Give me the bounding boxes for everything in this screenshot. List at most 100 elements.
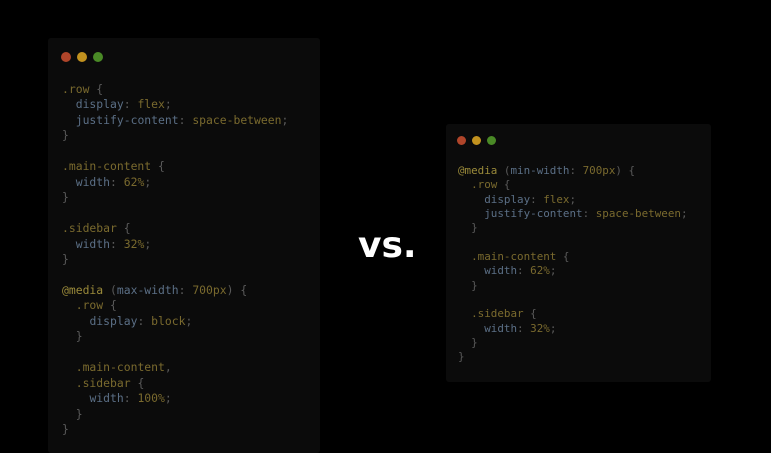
maximize-dot-icon[interactable] [93, 52, 103, 62]
code-token-punc: { [89, 82, 104, 96]
code-token-sel: .main-content [75, 360, 165, 375]
code-token-punc: ) { [226, 282, 248, 297]
code-token-punc: } [62, 251, 69, 266]
code-token-punc [458, 322, 484, 335]
code-line: width: 100%; [62, 391, 172, 406]
code-token-punc: } [62, 190, 69, 205]
code-token-punc: ; [164, 391, 172, 406]
code-line: .row { [62, 82, 103, 96]
code-token-prop: display [484, 192, 531, 206]
code-token-punc: : [110, 236, 124, 251]
code-token-punc: ; [144, 236, 152, 251]
code-token-punc: ; [185, 313, 193, 328]
code-token-arg: max-width [116, 282, 179, 297]
code-token-punc [62, 97, 76, 111]
code-token-punc [62, 298, 76, 312]
code-token-punc: { [116, 221, 131, 236]
code-token-punc: ; [281, 112, 289, 127]
code-window-max-width: .row { display: flex; justify-content: s… [48, 38, 320, 453]
code-token-punc [62, 360, 76, 374]
window-controls [457, 136, 496, 145]
code-line: width: 32%; [458, 322, 556, 335]
code-token-sel: .row [62, 82, 90, 96]
code-token-punc [458, 264, 484, 277]
code-token-punc: } [62, 421, 69, 436]
code-token-prop: width [484, 264, 518, 278]
code-line: display: flex; [458, 193, 576, 206]
code-token-punc: } [458, 350, 465, 364]
code-token-punc: : [137, 313, 152, 328]
code-token-punc: : [178, 112, 193, 127]
code-token-punc: : [178, 282, 193, 297]
code-token-punc: : [530, 192, 544, 206]
code-line: .sidebar { [458, 307, 537, 320]
close-dot-icon[interactable] [457, 136, 466, 145]
code-line: width: 32%; [62, 237, 151, 251]
code-token-punc [62, 113, 76, 127]
code-token-punc: } [458, 221, 478, 235]
code-token-punc [62, 391, 89, 405]
code-token-sel: .main-content [471, 250, 557, 264]
minimize-dot-icon[interactable] [472, 136, 481, 145]
code-token-punc: : [569, 164, 583, 177]
code-line: .main-content, [62, 360, 172, 374]
code-line: .sidebar { [62, 221, 131, 235]
code-token-val: 100% [137, 391, 165, 406]
code-token-at: @media [62, 282, 104, 297]
code-token-val: 62% [530, 264, 550, 278]
code-token-prop: width [75, 236, 111, 251]
code-line: .main-content { [458, 250, 570, 264]
code-line: } [458, 350, 465, 363]
code-token-val: space-between [595, 207, 681, 221]
code-line: @media (max-width: 700px) { [62, 283, 247, 297]
code-block: .row { display: flex; justify-content: s… [62, 82, 288, 437]
code-token-val: 32% [123, 236, 145, 251]
code-line: } [62, 407, 83, 421]
code-token-punc: ; [144, 174, 152, 189]
code-token-val: 62% [123, 174, 145, 189]
code-token-prop: width [484, 321, 518, 335]
code-line: width: 62%; [458, 264, 556, 277]
code-token-punc: ( [103, 282, 117, 297]
code-line: } [458, 279, 478, 292]
code-token-punc: : [517, 321, 531, 335]
close-dot-icon[interactable] [61, 52, 71, 62]
code-token-sel: .sidebar [471, 307, 524, 321]
code-token-punc [458, 193, 484, 206]
code-window-min-width: @media (min-width: 700px) { .row { displ… [446, 124, 711, 382]
code-token-punc: ; [549, 321, 557, 335]
code-token-sel: .sidebar [62, 221, 117, 236]
code-token-punc: : [582, 207, 596, 221]
code-token-val: space-between [192, 112, 282, 127]
code-line: } [62, 252, 69, 266]
code-token-punc: { [556, 250, 570, 264]
code-token-prop: justify-content [75, 112, 179, 127]
code-token-val: block [151, 313, 186, 328]
code-token-prop: width [89, 391, 124, 406]
code-token-punc: ; [549, 264, 557, 278]
code-token-punc: , [164, 360, 172, 375]
code-token-punc [62, 175, 76, 189]
code-line: } [62, 329, 83, 343]
code-token-punc [458, 207, 484, 220]
code-token-punc: : [517, 264, 531, 278]
code-line: } [62, 422, 69, 436]
code-token-val: 700px [192, 282, 227, 297]
code-token-punc: ; [569, 192, 577, 206]
window-controls [61, 52, 103, 62]
code-token-punc: : [123, 391, 138, 406]
code-token-punc [62, 376, 76, 390]
code-line: justify-content: space-between; [458, 207, 687, 221]
minimize-dot-icon[interactable] [77, 52, 87, 62]
code-token-punc [458, 307, 471, 320]
code-line: .row { [458, 178, 510, 191]
comparison-stage: .row { display: flex; justify-content: s… [0, 0, 771, 453]
code-line: .row { [62, 298, 117, 312]
code-token-punc: ( [497, 164, 511, 177]
code-token-sel: .row [75, 298, 104, 313]
maximize-dot-icon[interactable] [487, 136, 496, 145]
code-line: justify-content: space-between; [62, 112, 289, 127]
code-token-punc [458, 178, 471, 191]
code-line: } [62, 190, 69, 204]
code-line: } [458, 336, 478, 349]
